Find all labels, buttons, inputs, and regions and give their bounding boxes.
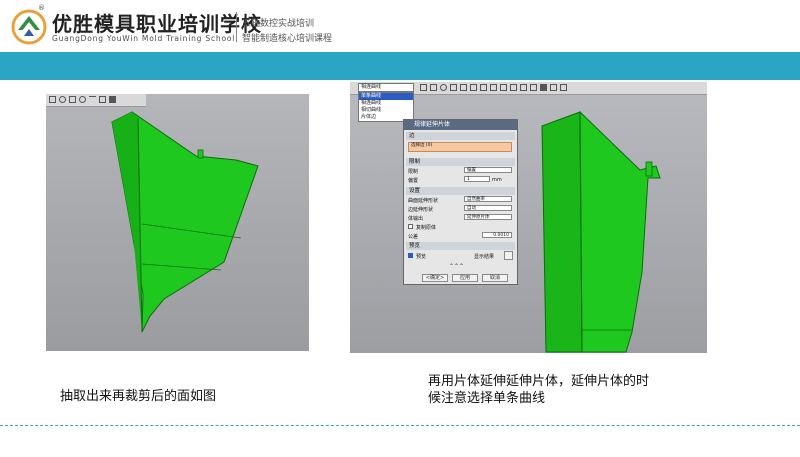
offset-unit: mm (492, 177, 502, 183)
school-name: 优胜模具职业培训学校 (52, 12, 262, 36)
offset-label: 偏置 (408, 178, 419, 184)
select-edge-label: 选择边 (0) (411, 143, 433, 148)
limit-label: 限制 (408, 169, 419, 175)
green-sheet-body-left (111, 111, 259, 333)
ok-button[interactable]: <确定> (422, 274, 448, 282)
cancel-button[interactable]: 取消 (482, 274, 508, 282)
show-result-label: 显示结果 (474, 254, 495, 260)
left-cad-screenshot (46, 94, 309, 351)
collapse-chevron-icon[interactable]: ⌃⌃⌃ (449, 263, 464, 270)
header-divider (236, 12, 237, 42)
right-caption: 再用片体延伸延伸片体，延伸片体的时候注意选择单条曲线 (428, 374, 650, 406)
body-output-select[interactable]: 延伸原片体 (464, 214, 512, 220)
surface-shape-select[interactable]: 自然曲率 (464, 196, 512, 202)
header-band (0, 52, 800, 80)
right-cad-screenshot: 相连曲线 单条曲线 相连曲线 相切曲线 片体边 规律延伸片体 边 选择边 (0) (350, 82, 707, 353)
section-edge[interactable]: 边 (406, 132, 515, 140)
show-result-icon[interactable] (504, 251, 513, 260)
section-limit[interactable]: 限制 (406, 158, 515, 166)
left-caption: 抽取出来再裁剪后的面如图 (60, 389, 217, 404)
header: ® 优胜模具职业培训学校 GuangDong YouWin Mold Train… (0, 0, 800, 52)
copy-body-label: 复制原体 (416, 225, 437, 231)
preview-checkbox[interactable] (408, 253, 413, 258)
edge-shape-select[interactable]: 自动 (464, 205, 512, 211)
body-output-label: 体输出 (408, 216, 424, 222)
tolerance-label: 公差 (408, 234, 419, 240)
select-edge-field[interactable]: 选择边 (0) (408, 142, 512, 152)
apply-button[interactable]: 应用 (452, 274, 478, 282)
tolerance-input[interactable]: 0.0010 (482, 232, 512, 238)
preview-label: 预览 (416, 254, 427, 260)
surface-shape-label: 曲面延伸形状 (408, 198, 439, 204)
footer-dashed-line (0, 425, 800, 426)
school-logo-icon (11, 9, 47, 45)
edge-shape-label: 边延伸形状 (408, 207, 434, 213)
slogan-line-1: 五轴数控实战培训 (242, 19, 315, 29)
offset-input[interactable]: 1 (464, 176, 490, 182)
registered-mark: ® (38, 4, 45, 12)
law-extension-dialog: 规律延伸片体 边 选择边 (0) 限制 限制 偏置 偏置 1 mm 设置 曲面延… (403, 119, 518, 285)
section-preview[interactable]: 预览 (406, 242, 515, 250)
copy-body-checkbox[interactable] (408, 224, 413, 229)
dialog-title: 规律延伸片体 (404, 120, 517, 130)
slogan-line-2: 智能制造核心培训课程 (242, 34, 333, 44)
section-settings[interactable]: 设置 (406, 187, 515, 195)
school-name-en: GuangDong YouWin Mold Training School (52, 34, 236, 43)
limit-select[interactable]: 偏置 (464, 167, 512, 173)
